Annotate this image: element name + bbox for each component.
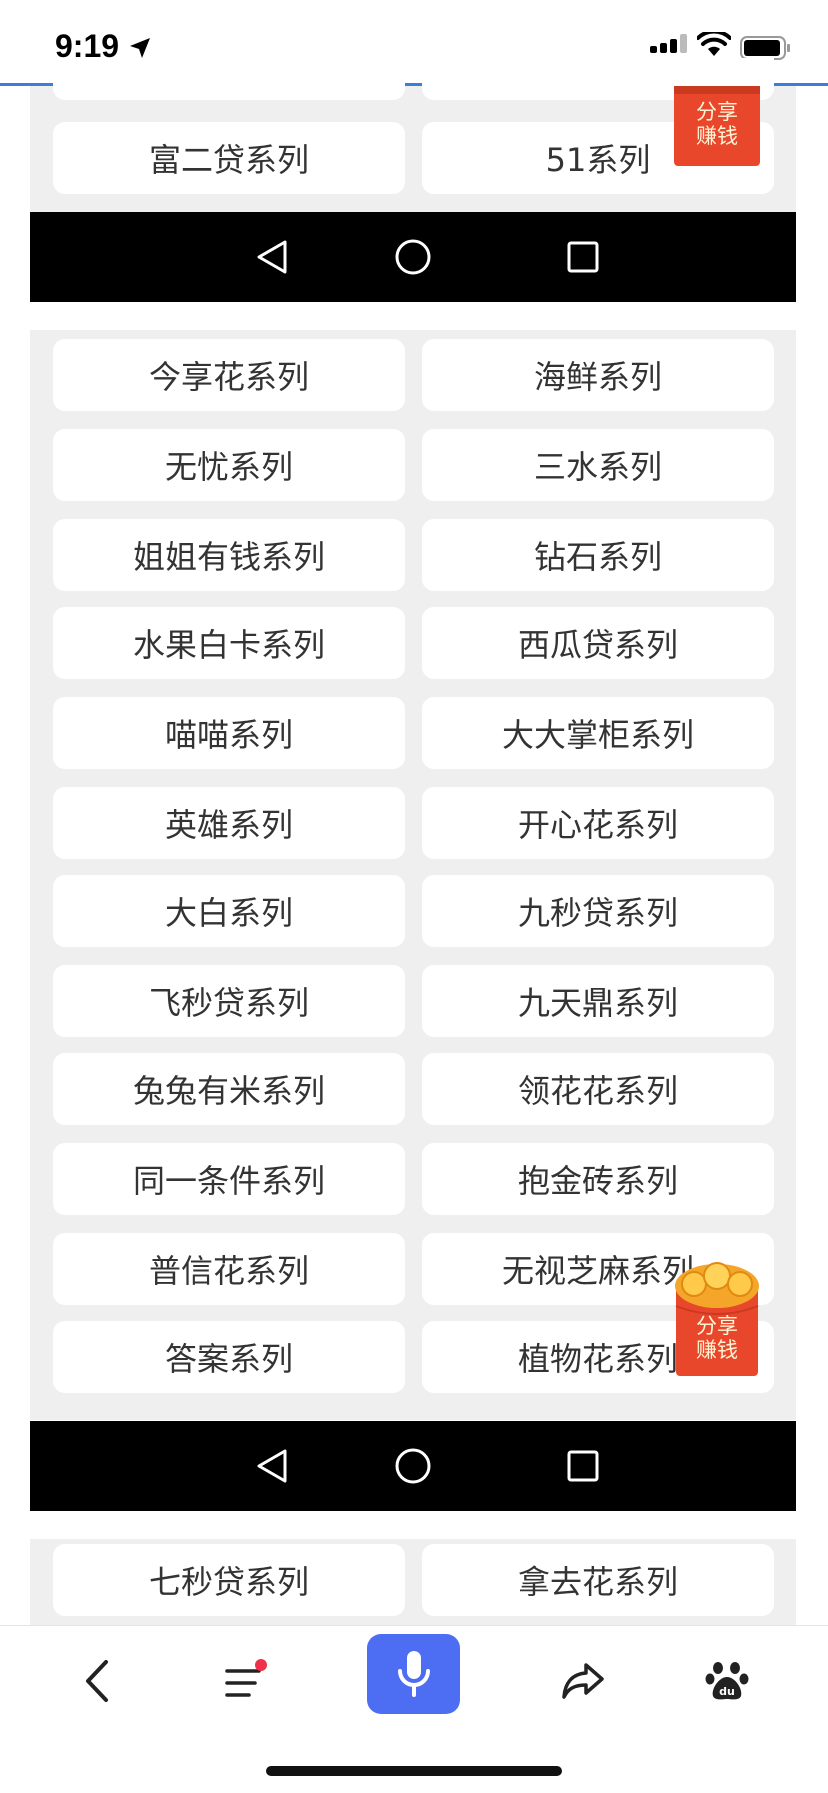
microphone-icon xyxy=(397,1651,430,1697)
series-button[interactable]: 西瓜贷系列 xyxy=(422,607,774,679)
android-nav-bar xyxy=(30,212,796,302)
series-button[interactable]: 普信花系列 xyxy=(53,1233,405,1305)
series-button[interactable]: 富二贷系列 xyxy=(53,122,405,194)
recents-square-icon[interactable] xyxy=(553,212,613,302)
location-arrow-icon xyxy=(130,38,150,58)
series-button[interactable]: 三水系列 xyxy=(422,429,774,501)
badge-line2: 赚钱 xyxy=(696,1338,738,1362)
android-nav-bar xyxy=(30,1421,796,1511)
series-button[interactable]: 无忧系列 xyxy=(53,429,405,501)
back-triangle-icon[interactable] xyxy=(242,1421,302,1511)
series-button[interactable]: 大大掌柜系列 xyxy=(422,697,774,769)
recents-square-icon[interactable] xyxy=(553,1421,613,1511)
share-earn-badge[interactable]: 分享 赚钱 xyxy=(672,86,762,196)
home-circle-icon[interactable] xyxy=(383,1421,443,1511)
series-button[interactable]: 英雄系列 xyxy=(53,787,405,859)
browser-toolbar: du xyxy=(0,1625,828,1793)
cellular-signal-icon xyxy=(650,34,687,53)
series-button[interactable]: 飞秒贷系列 xyxy=(53,965,405,1037)
series-grid-main: 今享花系列 海鲜系列 无忧系列 三水系列 姐姐有钱系列 钻石系列 水果白卡系列 西瓜贷系列 喵喵… xyxy=(30,330,796,1420)
badge-line1: 分享 xyxy=(696,1314,738,1338)
series-button[interactable]: 大白系列 xyxy=(53,875,405,947)
series-button[interactable]: 水果白卡系列 xyxy=(53,607,405,679)
series-button[interactable]: 今享花系列 xyxy=(53,339,405,411)
share-earn-badge[interactable]: 分享 赚钱 xyxy=(672,1262,762,1376)
svg-text:du: du xyxy=(719,1685,735,1698)
wifi-icon xyxy=(697,32,731,56)
series-button[interactable]: 拿去花系列 xyxy=(422,1544,774,1616)
series-button[interactable]: 喵喵系列 xyxy=(53,697,405,769)
baidu-paw-icon[interactable]: du xyxy=(692,1646,762,1716)
series-grid-bottom: 七秒贷系列 拿去花系列 xyxy=(30,1539,796,1629)
series-button[interactable]: 同一条件系列 xyxy=(53,1143,405,1215)
series-button[interactable]: 答案系列 xyxy=(53,1321,405,1393)
home-indicator[interactable] xyxy=(266,1766,562,1776)
badge-line2: 赚钱 xyxy=(696,124,738,148)
back-chevron-icon[interactable] xyxy=(62,1646,132,1716)
series-button[interactable]: 兔兔有米系列 xyxy=(53,1053,405,1125)
back-triangle-icon[interactable] xyxy=(242,212,302,302)
menu-list-icon[interactable] xyxy=(210,1646,280,1716)
series-button[interactable]: 海鲜系列 xyxy=(422,339,774,411)
home-circle-icon[interactable] xyxy=(383,212,443,302)
series-button[interactable]: 九秒贷系列 xyxy=(422,875,774,947)
badge-line1: 分享 xyxy=(696,100,738,124)
series-button[interactable]: 开心花系列 xyxy=(422,787,774,859)
battery-icon xyxy=(740,36,790,60)
series-button[interactable]: 抱金砖系列 xyxy=(422,1143,774,1215)
series-button[interactable]: 九天鼎系列 xyxy=(422,965,774,1037)
voice-search-button[interactable] xyxy=(367,1634,460,1714)
share-arrow-icon[interactable] xyxy=(548,1646,618,1716)
series-button[interactable] xyxy=(53,58,405,100)
series-button[interactable]: 钻石系列 xyxy=(422,519,774,591)
series-button[interactable]: 姐姐有钱系列 xyxy=(53,519,405,591)
series-button[interactable]: 七秒贷系列 xyxy=(53,1544,405,1616)
series-button[interactable]: 领花花系列 xyxy=(422,1053,774,1125)
